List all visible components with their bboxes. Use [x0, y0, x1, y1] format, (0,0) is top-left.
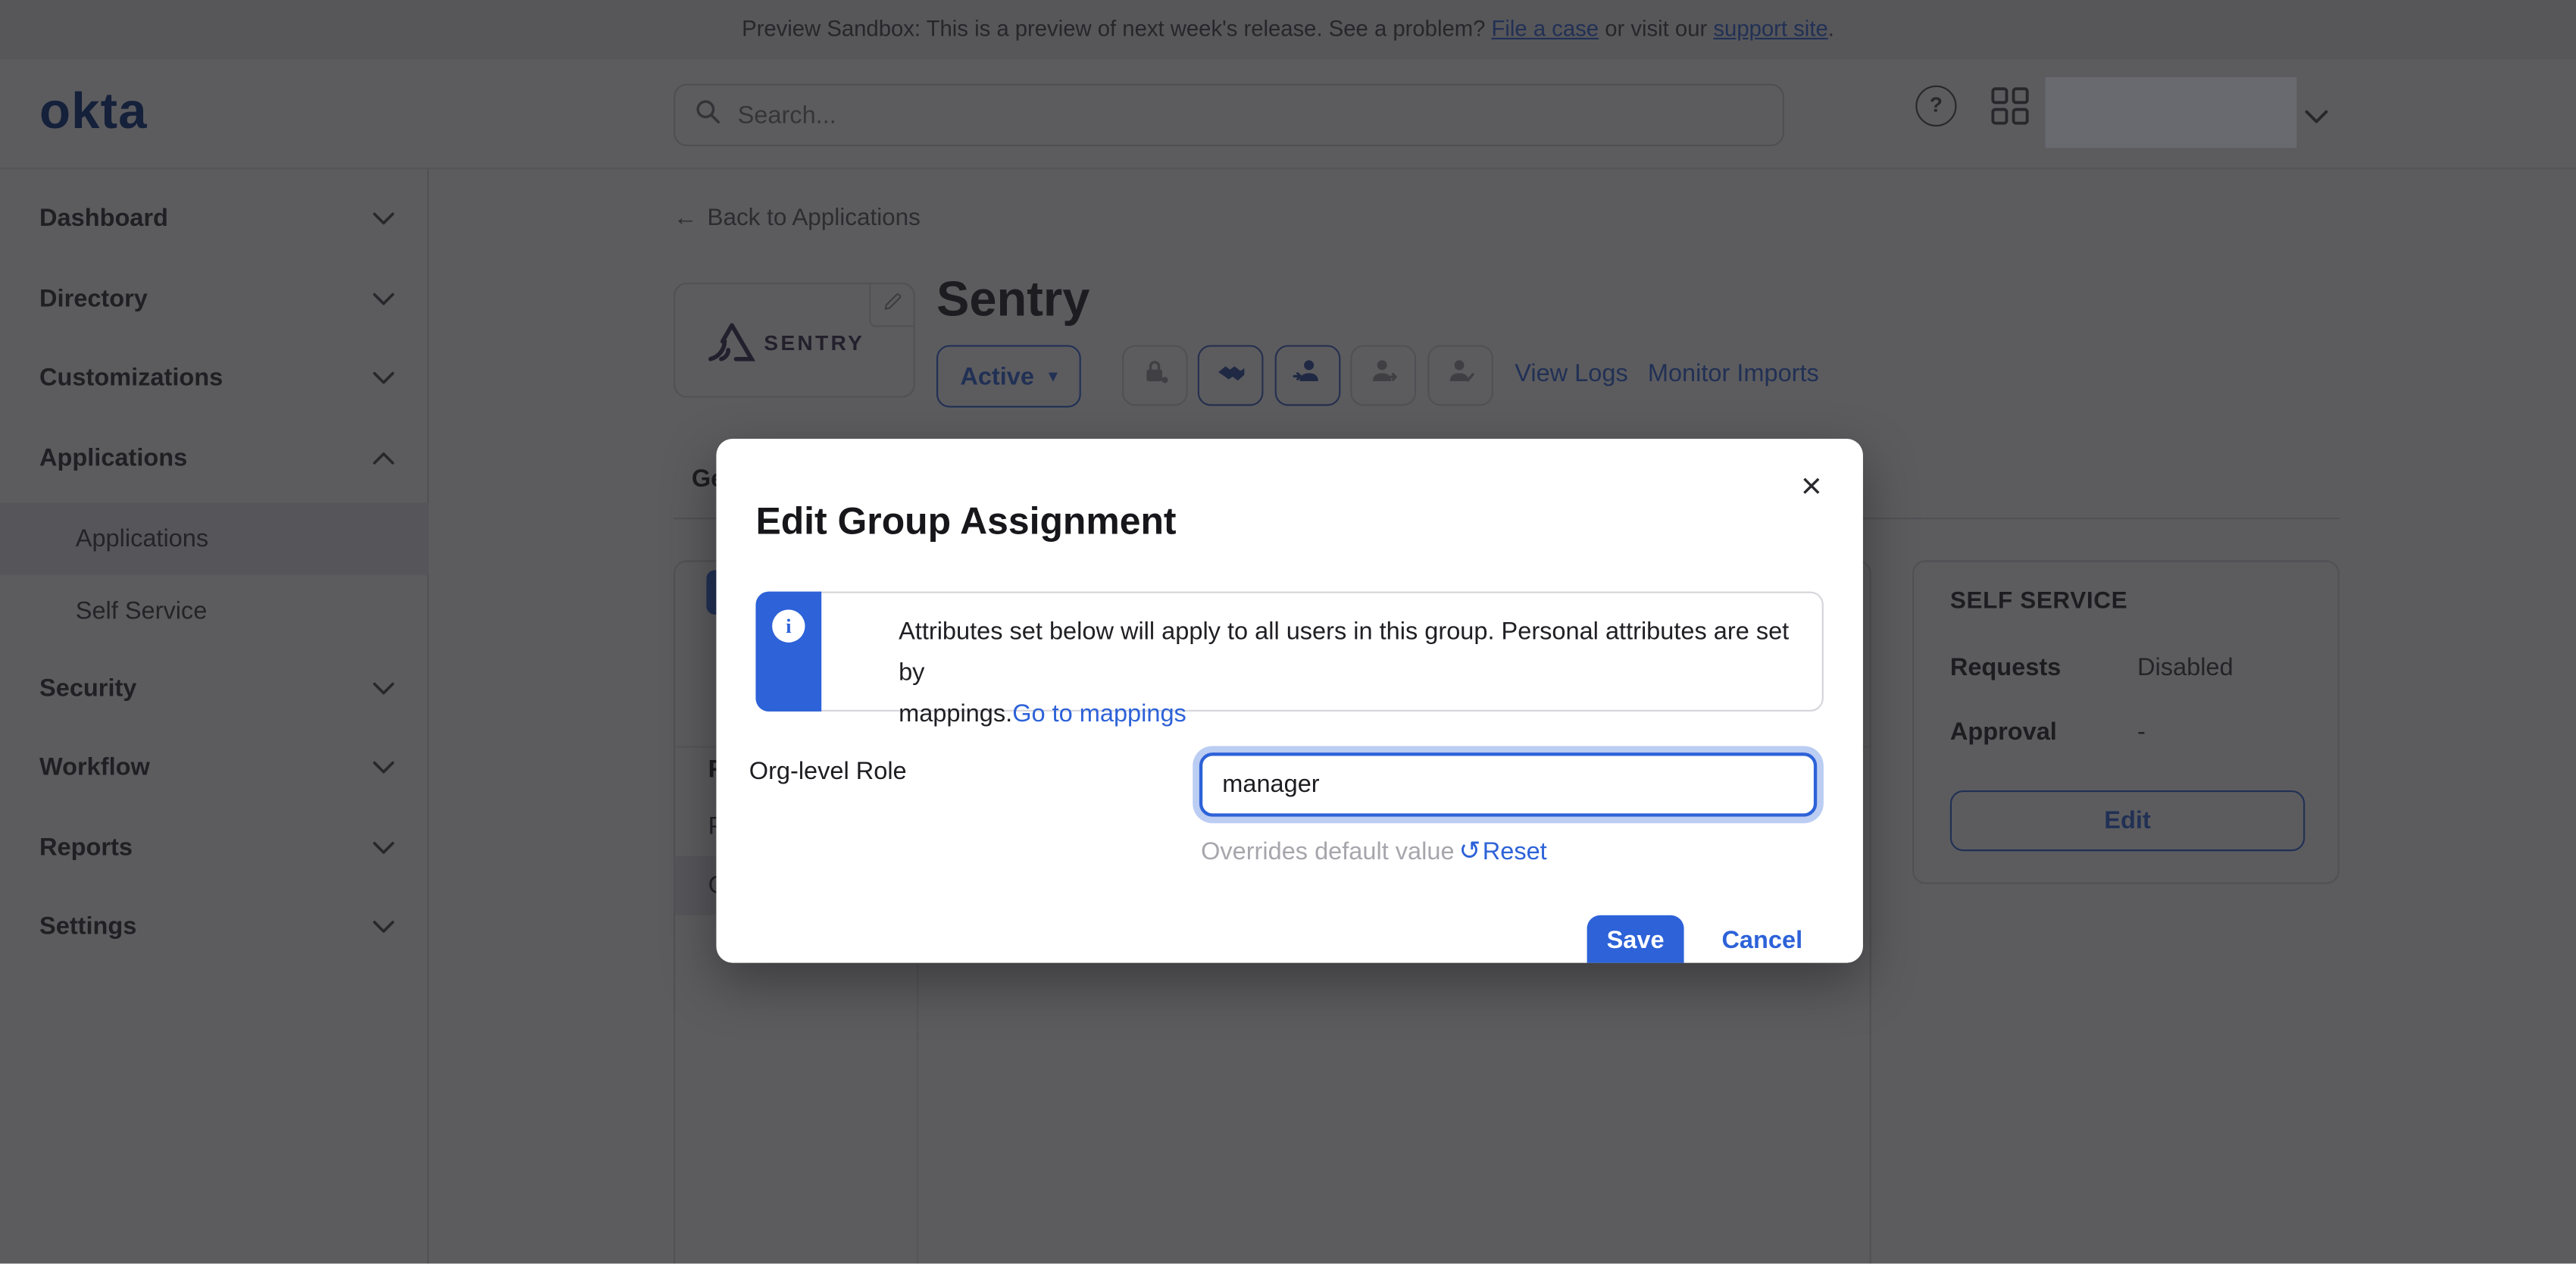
close-icon[interactable]: ×	[1801, 468, 1822, 505]
org-name-redacted-box[interactable]	[2046, 77, 2297, 148]
reset-link[interactable]: ↺Reset	[1459, 835, 1547, 868]
overrides-helper-text: Overrides default value	[1201, 838, 1454, 866]
info-callout-bar: i	[755, 592, 821, 712]
reset-icon: ↺	[1459, 838, 1481, 866]
info-callout-text: Attributes set below will apply to all u…	[899, 612, 1812, 735]
cancel-button[interactable]: Cancel	[1721, 927, 1802, 955]
info-callout: i Attributes set below will apply to all…	[755, 592, 1823, 712]
org-level-role-input[interactable]	[1199, 752, 1817, 817]
info-icon: i	[772, 609, 805, 642]
save-button[interactable]: Save	[1587, 915, 1684, 963]
org-level-role-label: Org-level Role	[749, 758, 907, 786]
edit-group-assignment-modal: × Edit Group Assignment i Attributes set…	[716, 439, 1863, 963]
modal-title: Edit Group Assignment	[755, 499, 1176, 544]
go-to-mappings-link[interactable]: Go to mappings	[1012, 700, 1186, 728]
okta-admin-console: Preview Sandbox: This is a preview of ne…	[0, 0, 2576, 1263]
